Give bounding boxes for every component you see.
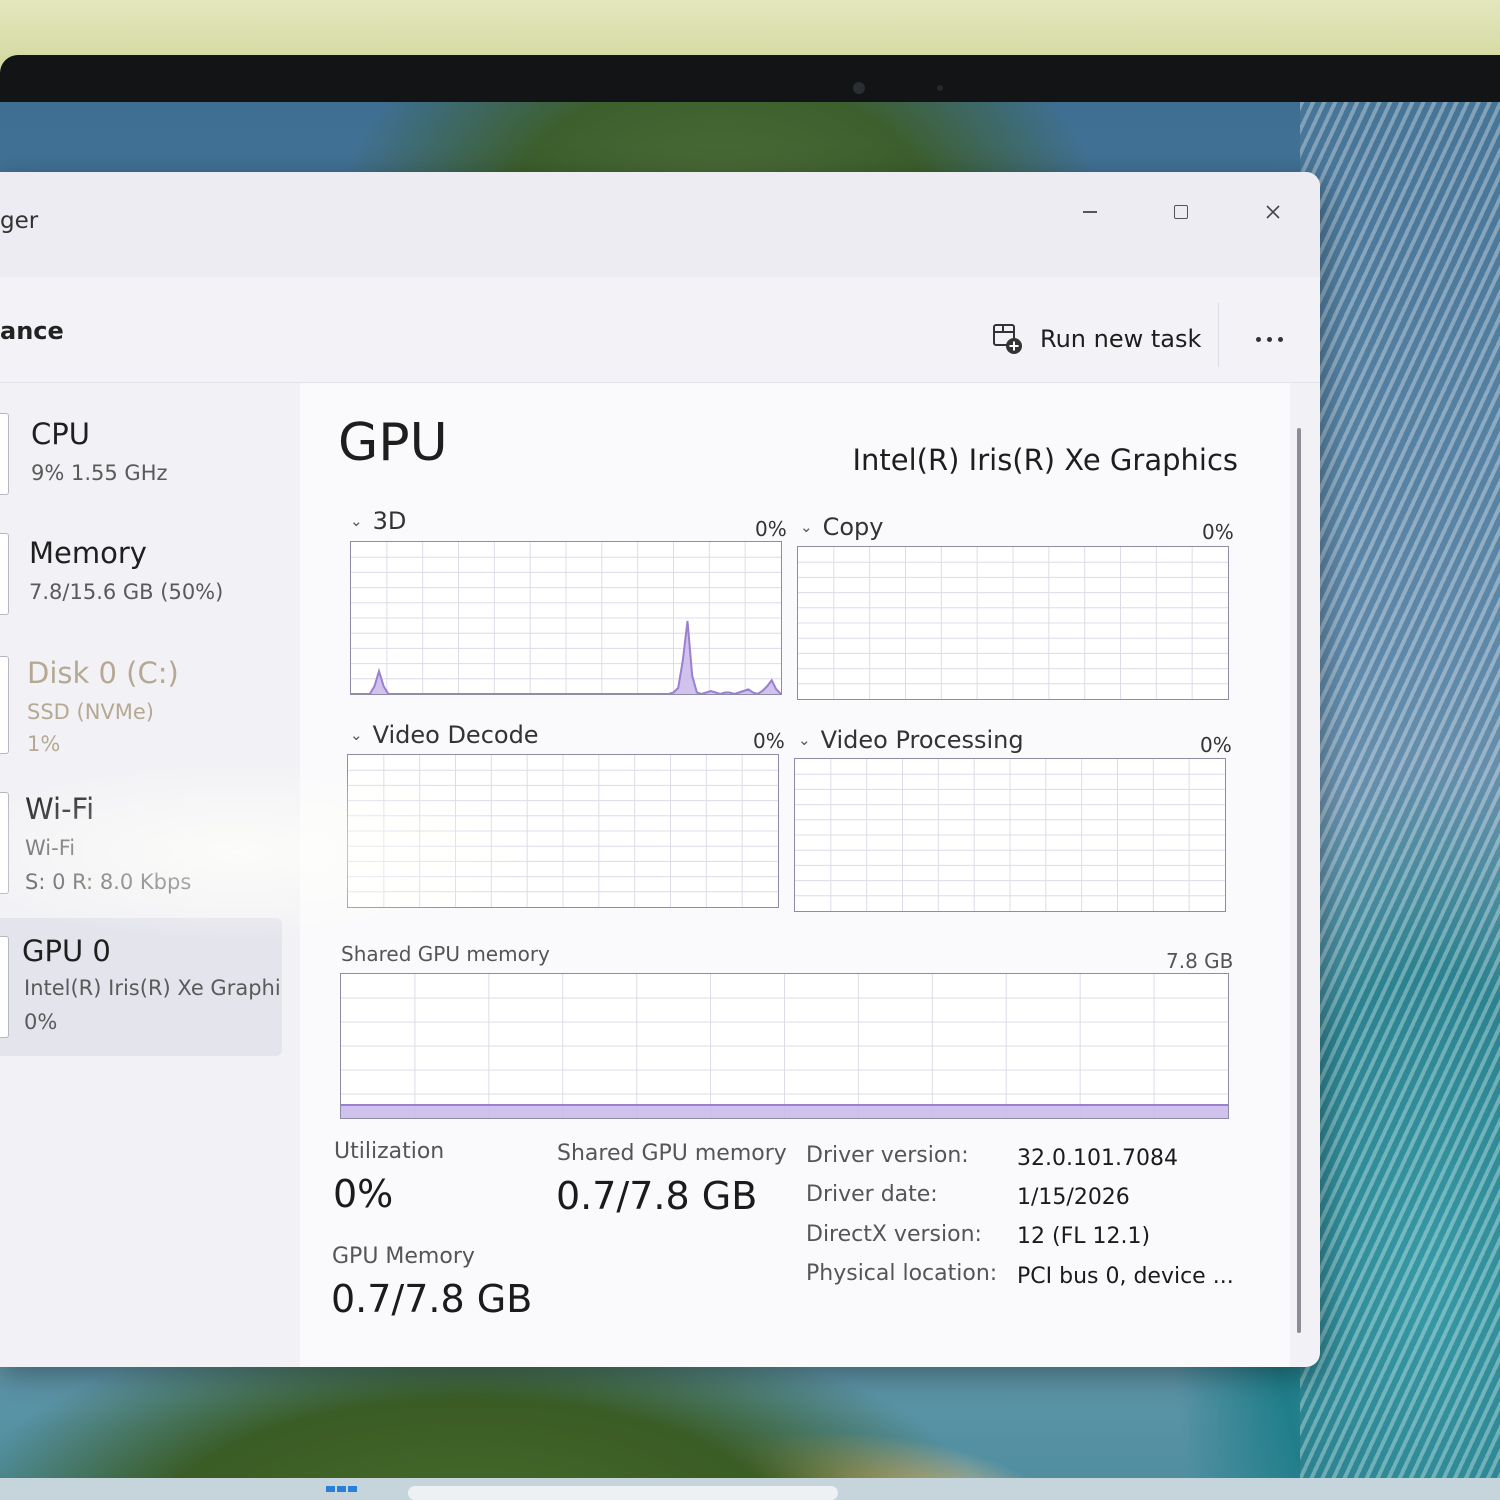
graph-video-decode (347, 754, 779, 908)
run-new-task-icon (993, 324, 1022, 354)
engine-label: Video Processing (820, 726, 1024, 754)
maximize-icon (1174, 205, 1188, 219)
utilization-label: Utilization (334, 1139, 445, 1164)
sidebar-item-wifi[interactable]: Wi-Fi Wi-Fi S: 0 R: 8.0 Kbps (0, 778, 282, 908)
engine-label: Video Decode (372, 721, 539, 749)
driver-date-label: Driver date: (806, 1182, 938, 1207)
sidebar-item-detail-2: 1% (27, 732, 61, 756)
engine-label: Copy (822, 513, 884, 541)
sidebar-item-detail-2: 0% (24, 1010, 58, 1034)
chevron-down-icon: ⌄ (350, 726, 363, 744)
header-divider (1218, 303, 1219, 367)
start-icon[interactable] (326, 1486, 370, 1500)
window-title: ger (0, 208, 39, 234)
gpu-memory-value: 0.7/7.8 GB (331, 1277, 533, 1321)
sidebar-item-memory[interactable]: Memory 7.8/15.6 GB (50%) (0, 518, 282, 628)
webcam (853, 82, 865, 94)
gpu-adapter-name: Intel(R) Iris(R) Xe Graphics (852, 443, 1238, 477)
taskbar-search[interactable] (408, 1486, 838, 1500)
more-icon (1255, 336, 1261, 342)
chevron-down-icon: ⌄ (798, 731, 811, 749)
wallpaper-surf (1300, 102, 1500, 1480)
graph-canvas (798, 547, 1228, 699)
memory-mini-graph (0, 533, 9, 615)
engine-label: 3D (372, 507, 407, 535)
shared-memory-value: 0.7/7.8 GB (556, 1174, 758, 1218)
title-bar: ger (0, 172, 1320, 277)
driver-date-value: 1/15/2026 (1017, 1185, 1130, 1210)
engine-selector-copy[interactable]: ⌄ Copy (800, 513, 883, 541)
physical-location-value: PCI bus 0, device ... (1017, 1264, 1234, 1289)
chevron-down-icon: ⌄ (350, 512, 363, 530)
graph-3d (350, 541, 782, 695)
sidebar-item-disk[interactable]: Disk 0 (C:) SSD (NVMe) 1% (0, 638, 282, 768)
directx-version-value: 12 (FL 12.1) (1017, 1224, 1151, 1249)
page-title: ance (0, 317, 64, 345)
performance-sidebar: CPU 9% 1.55 GHz Memory 7.8/15.6 GB (50%)… (0, 383, 300, 1367)
engine-percent: 0% (753, 729, 785, 753)
physical-location-label: Physical location: (806, 1261, 998, 1286)
sidebar-item-detail: Intel(R) Iris(R) Xe Graphi (24, 976, 281, 1000)
cpu-mini-graph (0, 413, 9, 495)
minimize-icon (1083, 211, 1097, 213)
driver-version-value: 32.0.101.7084 (1017, 1146, 1178, 1171)
wifi-mini-graph (0, 792, 9, 894)
engine-percent: 0% (755, 517, 787, 541)
minimize-button[interactable] (1065, 190, 1115, 234)
chevron-down-icon: ⌄ (800, 518, 813, 536)
task-manager-window: ger ance Run new task CPU 9% 1.55 GHz Me… (0, 172, 1320, 1367)
vertical-scrollbar[interactable] (1297, 428, 1301, 1333)
page-heading: GPU (338, 413, 448, 473)
directx-version-label: DirectX version: (806, 1222, 982, 1247)
engine-percent: 0% (1202, 520, 1234, 544)
shared-memory-label: Shared GPU memory (557, 1141, 787, 1166)
sidebar-item-name: Memory (29, 536, 147, 570)
sidebar-item-detail: Wi-Fi (25, 836, 76, 860)
gpu-memory-label: GPU Memory (332, 1244, 475, 1269)
graph-copy (797, 546, 1229, 700)
sidebar-item-detail: SSD (NVMe) (27, 700, 155, 724)
sidebar-item-name: CPU (31, 417, 90, 451)
graph-canvas (348, 755, 778, 907)
run-new-task-label: Run new task (1040, 325, 1202, 353)
graph-canvas (795, 759, 1225, 911)
run-new-task-button[interactable]: Run new task (992, 317, 1201, 361)
sidebar-item-cpu[interactable]: CPU 9% 1.55 GHz (0, 393, 282, 503)
page-header: ance Run new task (0, 277, 1320, 383)
shared-memory-graph-max: 7.8 GB (1166, 949, 1234, 973)
more-options-button[interactable] (1244, 321, 1294, 357)
shared-memory-graph-label: Shared GPU memory (341, 942, 550, 966)
series-area (341, 1105, 1228, 1118)
graph-video-processing (794, 758, 1226, 912)
camera-sensor (937, 85, 943, 91)
sidebar-item-detail: 9% 1.55 GHz (31, 461, 168, 485)
sidebar-item-gpu[interactable]: GPU 0 Intel(R) Iris(R) Xe Graphi 0% (0, 918, 282, 1056)
close-button[interactable] (1248, 190, 1298, 234)
engine-percent: 0% (1200, 733, 1232, 757)
engine-selector-video-decode[interactable]: ⌄ Video Decode (350, 721, 539, 749)
sidebar-item-detail-2: S: 0 R: 8.0 Kbps (25, 870, 192, 894)
sidebar-item-name: Wi-Fi (25, 792, 95, 826)
engine-selector-video-processing[interactable]: ⌄ Video Processing (798, 726, 1024, 754)
sidebar-item-detail: 7.8/15.6 GB (50%) (29, 580, 224, 604)
maximize-button[interactable] (1156, 190, 1206, 234)
sidebar-item-name: GPU 0 (22, 934, 111, 968)
graph-canvas (351, 542, 781, 694)
close-icon (1266, 205, 1280, 219)
gpu-mini-graph (0, 936, 9, 1038)
utilization-value: 0% (333, 1172, 394, 1216)
gpu-panel: GPU Intel(R) Iris(R) Xe Graphics ⌄ 3D 0%… (300, 383, 1290, 1367)
sidebar-item-name: Disk 0 (C:) (27, 656, 179, 690)
graph-canvas (341, 974, 1228, 1118)
engine-selector-3d[interactable]: ⌄ 3D (350, 507, 406, 535)
driver-version-label: Driver version: (806, 1143, 969, 1168)
disk-mini-graph (0, 656, 9, 754)
graph-shared-gpu-memory (340, 973, 1229, 1119)
